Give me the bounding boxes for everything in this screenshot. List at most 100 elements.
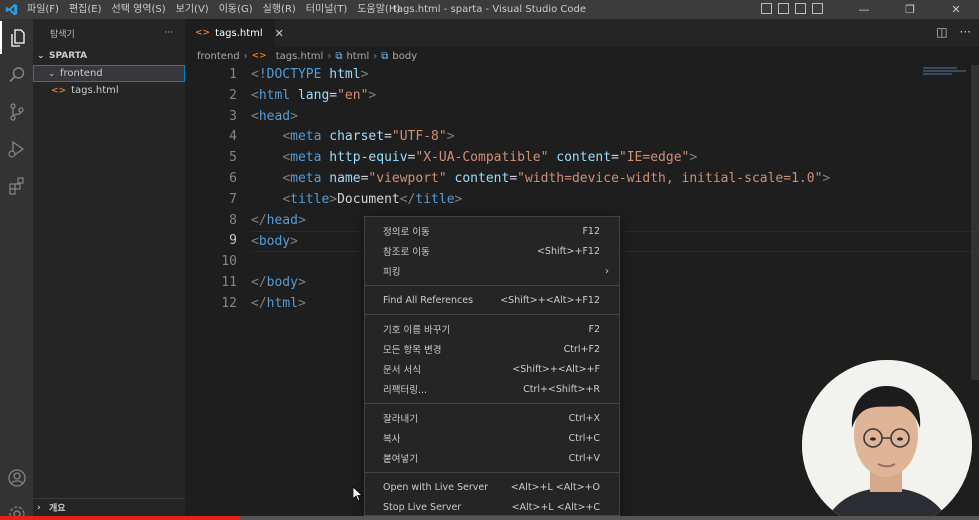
file-label: tags.html: [71, 85, 119, 96]
menu-paste[interactable]: 붙여넣기 Ctrl+V: [365, 448, 619, 468]
source-control-icon[interactable]: [0, 95, 33, 128]
menu-separator: [365, 314, 619, 315]
line-number: 5: [229, 150, 237, 166]
restore-button[interactable]: ❐: [887, 0, 933, 19]
search-icon[interactable]: [0, 58, 33, 91]
outline-section[interactable]: › 개요: [33, 498, 185, 516]
tab-tags-html[interactable]: <> tags.html ✕: [185, 19, 284, 47]
menu-item-shortcut: <Shift>+<Alt>+F: [512, 363, 600, 375]
menu-format-document[interactable]: 문서 서식 <Shift>+<Alt>+F: [365, 359, 619, 379]
toggle-secondary-sidebar-icon[interactable]: [795, 3, 806, 14]
more-actions-icon[interactable]: ···: [960, 25, 971, 39]
account-icon[interactable]: [0, 461, 33, 494]
line-number-current: 9: [229, 233, 237, 249]
breadcrumb-html[interactable]: html: [346, 51, 369, 62]
explorer-sidebar: 탐색기 ··· ⌄ SPARTA ⌄ frontend <> tags.html…: [33, 19, 185, 516]
chevron-right-icon: ›: [327, 50, 332, 62]
layout-controls: [761, 3, 823, 14]
toggle-sidebar-icon[interactable]: [761, 3, 772, 14]
line-number: 6: [229, 170, 237, 186]
outline-label: 개요: [49, 504, 66, 514]
menu-copy[interactable]: 복사 Ctrl+C: [365, 428, 619, 448]
menu-refactor[interactable]: 리팩터링... Ctrl+<Shift>+R: [365, 379, 619, 399]
html-file-icon: <>: [195, 28, 211, 38]
code-line: <!DOCTYPE html>: [251, 67, 369, 82]
menu-change-all-occurrences[interactable]: 모든 항목 변경 Ctrl+F2: [365, 339, 619, 359]
menu-item-label: 리팩터링...: [383, 385, 428, 396]
workspace-name: SPARTA: [49, 51, 88, 61]
code-line: <head>: [251, 108, 298, 124]
workspace-section[interactable]: ⌄ SPARTA: [33, 47, 185, 65]
menu-item-label: Stop Live Server: [383, 501, 462, 513]
code-line: <meta charset="UTF-8">: [282, 129, 455, 145]
menu-separator: [365, 285, 619, 286]
element-icon: ⧉: [381, 50, 389, 62]
chevron-right-icon: ›: [605, 265, 609, 277]
vertical-scrollbar[interactable]: [971, 65, 979, 380]
menu-go[interactable]: 이동(G): [214, 0, 258, 19]
menu-find-all-references[interactable]: Find All References <Shift>+<Alt>+F12: [365, 290, 619, 310]
explorer-icon[interactable]: [0, 21, 33, 54]
chevron-right-icon: ›: [243, 50, 248, 62]
breadcrumb-body[interactable]: body: [392, 51, 417, 62]
sidebar-more-icon[interactable]: ···: [164, 28, 173, 38]
split-editor-icon[interactable]: ◫: [936, 25, 947, 39]
line-number: 11: [221, 274, 237, 290]
toggle-panel-icon[interactable]: [778, 3, 789, 14]
html-file-icon: <>: [51, 85, 67, 96]
line-number: 8: [229, 212, 237, 228]
customize-layout-icon[interactable]: [812, 3, 823, 14]
menu-item-shortcut: <Shift>+F12: [536, 245, 600, 257]
menu-item-shortcut: Ctrl+F2: [563, 343, 600, 355]
menu-item-label: 잘라내기: [383, 414, 418, 425]
close-tab-icon[interactable]: ✕: [275, 27, 284, 40]
menu-item-shortcut: F2: [588, 323, 600, 335]
minimap[interactable]: [923, 67, 971, 81]
folder-label: frontend: [60, 68, 103, 79]
menu-cut[interactable]: 잘라내기 Ctrl+X: [365, 408, 619, 428]
menu-peek[interactable]: 피킹 ›: [365, 261, 619, 281]
menu-item-shortcut: Ctrl+<Shift>+R: [523, 383, 600, 395]
menu-run[interactable]: 실행(R): [258, 0, 301, 19]
menu-item-shortcut: Ctrl+X: [568, 412, 600, 424]
tree-file-tags-html[interactable]: <> tags.html: [33, 82, 185, 99]
tree-folder-frontend[interactable]: ⌄ frontend: [33, 65, 185, 82]
close-window-button[interactable]: ✕: [933, 0, 979, 19]
line-number-gutter: 1 2 3 4 5 6 7 8 9 10 11 12: [185, 65, 237, 315]
code-line: <meta name="viewport" content="width=dev…: [282, 170, 831, 186]
menu-go-to-references[interactable]: 참조로 이동 <Shift>+F12: [365, 241, 619, 261]
breadcrumb-file[interactable]: tags.html: [276, 51, 324, 62]
chevron-down-icon: ⌄: [48, 68, 56, 79]
menu-separator: [365, 472, 619, 473]
chevron-right-icon: ›: [373, 50, 378, 62]
menu-selection[interactable]: 선택 영역(S): [107, 0, 171, 19]
menu-terminal[interactable]: 터미널(T): [301, 0, 353, 19]
line-number: 1: [229, 67, 237, 82]
menu-help[interactable]: 도움말(H): [352, 0, 405, 19]
menu-item-label: 복사: [383, 434, 401, 445]
menu-item-label: 피킹: [383, 267, 401, 278]
menu-item-shortcut: <Shift>+<Alt>+F12: [500, 294, 600, 306]
menu-item-label: 기호 이름 바꾸기: [383, 325, 451, 336]
minimize-button[interactable]: —: [841, 0, 887, 19]
sidebar-title: 탐색기: [50, 29, 75, 40]
sidebar-header: 탐색기 ···: [33, 19, 185, 47]
menu-item-label: 참조로 이동: [383, 247, 430, 258]
line-number: 3: [229, 108, 237, 124]
menu-go-to-definition[interactable]: 정의로 이동 F12: [365, 221, 619, 241]
extensions-icon[interactable]: [0, 169, 33, 202]
run-debug-icon[interactable]: [0, 132, 33, 165]
breadcrumb-folder[interactable]: frontend: [197, 51, 240, 62]
menu-file[interactable]: 파일(F): [22, 0, 64, 19]
menu-rename-symbol[interactable]: 기호 이름 바꾸기 F2: [365, 319, 619, 339]
menu-stop-live-server[interactable]: Stop Live Server <Alt>+L <Alt>+C: [365, 497, 619, 517]
menu-separator: [365, 403, 619, 404]
menu-open-live-server[interactable]: Open with Live Server <Alt>+L <Alt>+O: [365, 477, 619, 497]
menu-view[interactable]: 보기(V): [171, 0, 214, 19]
menu-bar: 파일(F) 편집(E) 선택 영역(S) 보기(V) 이동(G) 실행(R) 터…: [22, 0, 405, 19]
editor-actions: ◫ ···: [936, 25, 971, 39]
menu-edit[interactable]: 편집(E): [64, 0, 107, 19]
video-progress-bar[interactable]: [0, 516, 979, 520]
chevron-right-icon: ›: [37, 502, 41, 513]
html-file-icon: <>: [251, 51, 267, 61]
